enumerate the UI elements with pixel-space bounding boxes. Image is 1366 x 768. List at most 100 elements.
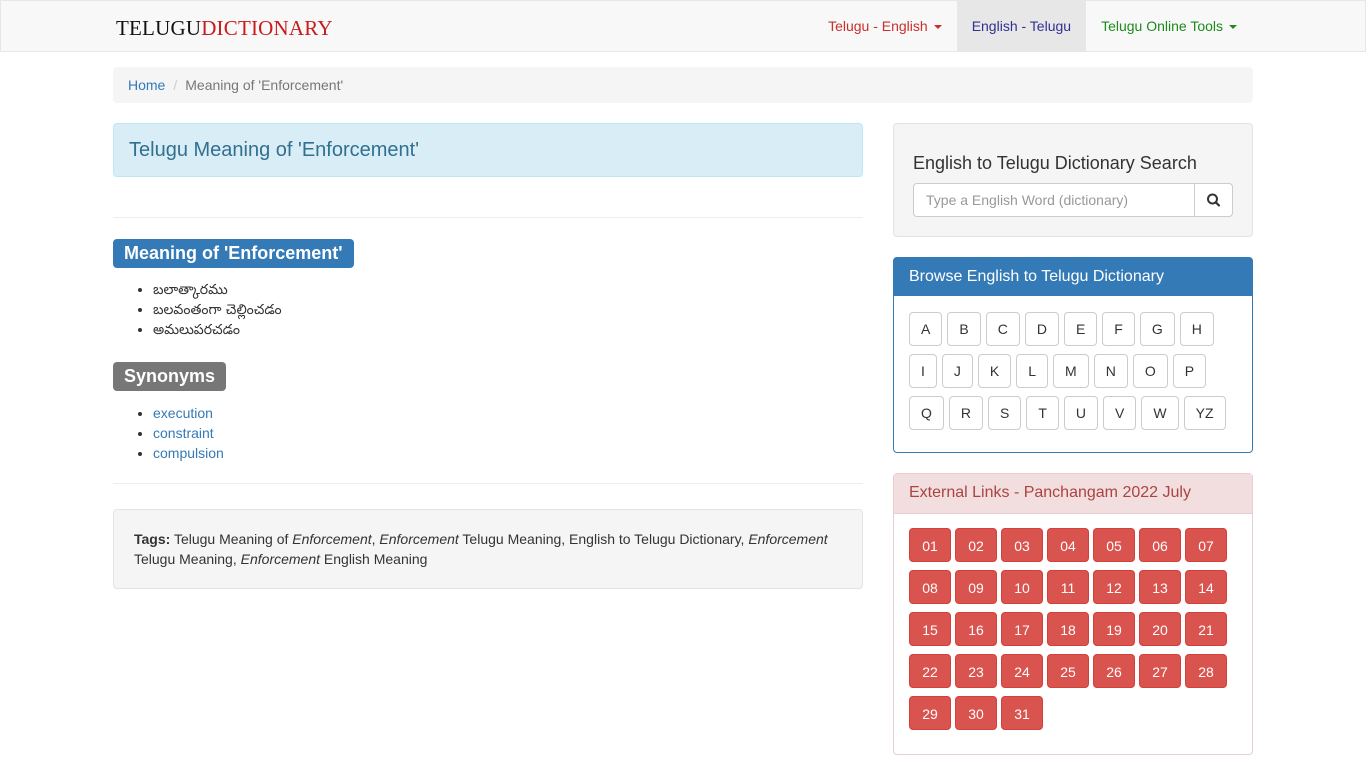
letter-button[interactable]: S (988, 396, 1022, 430)
browse-panel: Browse English to Telugu Dictionary A B … (893, 257, 1253, 453)
letter-button[interactable]: D (1024, 312, 1059, 346)
tags-word: Enforcement (379, 531, 459, 547)
day-button[interactable]: 15 (909, 612, 951, 646)
day-button[interactable]: 23 (955, 654, 997, 688)
day-button[interactable]: 06 (1139, 528, 1181, 562)
letter-button[interactable]: G (1139, 312, 1175, 346)
day-button[interactable]: 17 (1001, 612, 1043, 646)
brand-logo-part1: TELUGU (116, 16, 202, 40)
day-button[interactable]: 24 (1001, 654, 1043, 688)
synonym-link[interactable]: execution (153, 405, 213, 421)
day-button[interactable]: 02 (955, 528, 997, 562)
search-title: English to Telugu Dictionary Search (913, 153, 1197, 173)
day-button[interactable]: 13 (1139, 570, 1181, 604)
external-links-panel: External Links - Panchangam 2022 July 01… (893, 473, 1253, 755)
tags-box: Tags: Telugu Meaning of Enforcement, Enf… (113, 509, 863, 589)
tags-word: Enforcement (748, 531, 828, 547)
day-button[interactable]: 20 (1139, 612, 1181, 646)
letter-button[interactable]: B (947, 312, 981, 346)
synonym-item: compulsion (153, 443, 863, 463)
letter-button[interactable]: Q (909, 396, 944, 430)
breadcrumb: Home / Meaning of 'Enforcement' (113, 67, 1253, 103)
day-button[interactable]: 26 (1093, 654, 1135, 688)
synonym-item: constraint (153, 423, 863, 443)
nav-english-telugu-label: English - Telugu (971, 18, 1072, 34)
day-button[interactable]: 11 (1047, 570, 1089, 604)
day-button[interactable]: 27 (1139, 654, 1181, 688)
day-button[interactable]: 28 (1185, 654, 1227, 688)
page-title: Telugu Meaning of 'Enforcement' (113, 123, 863, 177)
day-button[interactable]: 22 (909, 654, 951, 688)
day-button[interactable]: 09 (955, 570, 997, 604)
letter-button[interactable]: L (1016, 354, 1049, 388)
tags-text: English Meaning (320, 551, 428, 567)
search-input[interactable] (913, 183, 1195, 217)
letter-button[interactable]: A (909, 312, 943, 346)
nav-telugu-english-dropdown[interactable]: Telugu - English (813, 1, 957, 51)
letter-button[interactable]: O (1132, 354, 1168, 388)
day-button[interactable]: 14 (1185, 570, 1227, 604)
tags-word: Enforcement (292, 531, 372, 547)
day-button[interactable]: 21 (1185, 612, 1227, 646)
synonyms-list: execution constraint compulsion (113, 403, 863, 463)
day-button[interactable]: 12 (1093, 570, 1135, 604)
letter-button[interactable]: J (941, 354, 973, 388)
day-button[interactable]: 05 (1093, 528, 1135, 562)
breadcrumb-separator: / (173, 77, 178, 93)
nav-english-telugu[interactable]: English - Telugu (956, 1, 1087, 51)
search-button[interactable] (1194, 183, 1233, 217)
meaning-item: బలాత్కారము (153, 280, 863, 300)
day-button[interactable]: 10 (1001, 570, 1043, 604)
synonym-link[interactable]: constraint (153, 425, 214, 441)
letter-button[interactable]: F (1102, 312, 1135, 346)
letter-button[interactable]: V (1103, 396, 1137, 430)
browse-panel-title: Browse English to Telugu Dictionary (894, 258, 1252, 296)
day-button[interactable]: 01 (909, 528, 951, 562)
nav-online-tools-dropdown[interactable]: Telugu Online Tools (1086, 1, 1365, 51)
day-button[interactable]: 04 (1047, 528, 1089, 562)
day-button[interactable]: 18 (1047, 612, 1089, 646)
synonyms-label: Synonyms (113, 362, 227, 391)
day-button[interactable]: 30 (955, 696, 997, 730)
tags-text: Telugu Meaning of (173, 531, 293, 547)
day-button[interactable]: 29 (909, 696, 951, 730)
meaning-item: బలవంతంగా చెల్లించడం (153, 300, 863, 320)
letter-button[interactable]: E (1063, 312, 1098, 346)
caret-down-icon (1229, 25, 1237, 30)
day-grid: 01 02 03 04 05 06 07 08 09 10 11 12 13 1… (909, 528, 1239, 730)
day-button[interactable]: 07 (1185, 528, 1227, 562)
letter-button[interactable]: H (1179, 312, 1214, 346)
letter-row: A B C D E F G H (909, 312, 1239, 346)
letter-button[interactable]: U (1063, 396, 1099, 430)
letter-row: Q R S T U V W YZ (909, 396, 1239, 430)
meaning-item: అమలుపరచడం (153, 320, 863, 340)
letter-button[interactable]: YZ (1183, 396, 1226, 430)
letter-button[interactable]: I (909, 354, 937, 388)
synonym-link[interactable]: compulsion (153, 445, 224, 461)
day-button[interactable]: 16 (955, 612, 997, 646)
brand-logo[interactable]: TELUGUDICTIONARY (116, 16, 333, 41)
breadcrumb-home-link[interactable]: Home (128, 77, 165, 93)
day-button[interactable]: 03 (1001, 528, 1043, 562)
main-content: Telugu Meaning of 'Enforcement' Meaning … (113, 123, 863, 589)
caret-down-icon (933, 25, 942, 30)
letter-button[interactable]: M (1053, 354, 1089, 388)
external-links-title: External Links - Panchangam 2022 July (894, 474, 1252, 514)
day-button[interactable]: 31 (1001, 696, 1043, 730)
day-button[interactable]: 19 (1093, 612, 1135, 646)
letter-button[interactable]: N (1093, 354, 1128, 388)
tags-text: Telugu Meaning, (134, 551, 241, 567)
day-button[interactable]: 08 (909, 570, 951, 604)
synonym-item: execution (153, 403, 863, 423)
brand-logo-part2: DICTIONARY (201, 16, 333, 40)
day-button[interactable]: 25 (1047, 654, 1089, 688)
letter-button[interactable]: R (948, 396, 984, 430)
letter-button[interactable]: P (1172, 354, 1207, 388)
navbar: TELUGUDICTIONARY Telugu - English Englis… (0, 0, 1366, 52)
meaning-list: బలాత్కారము బలవంతంగా చెల్లించడం అమలుపరచడం (113, 280, 863, 340)
letter-button[interactable]: C (985, 312, 1020, 346)
letter-button[interactable]: W (1141, 396, 1179, 430)
letter-button[interactable]: K (977, 354, 1012, 388)
nav-online-tools-label: Telugu Online Tools (1101, 18, 1223, 34)
letter-button[interactable]: T (1026, 396, 1059, 430)
